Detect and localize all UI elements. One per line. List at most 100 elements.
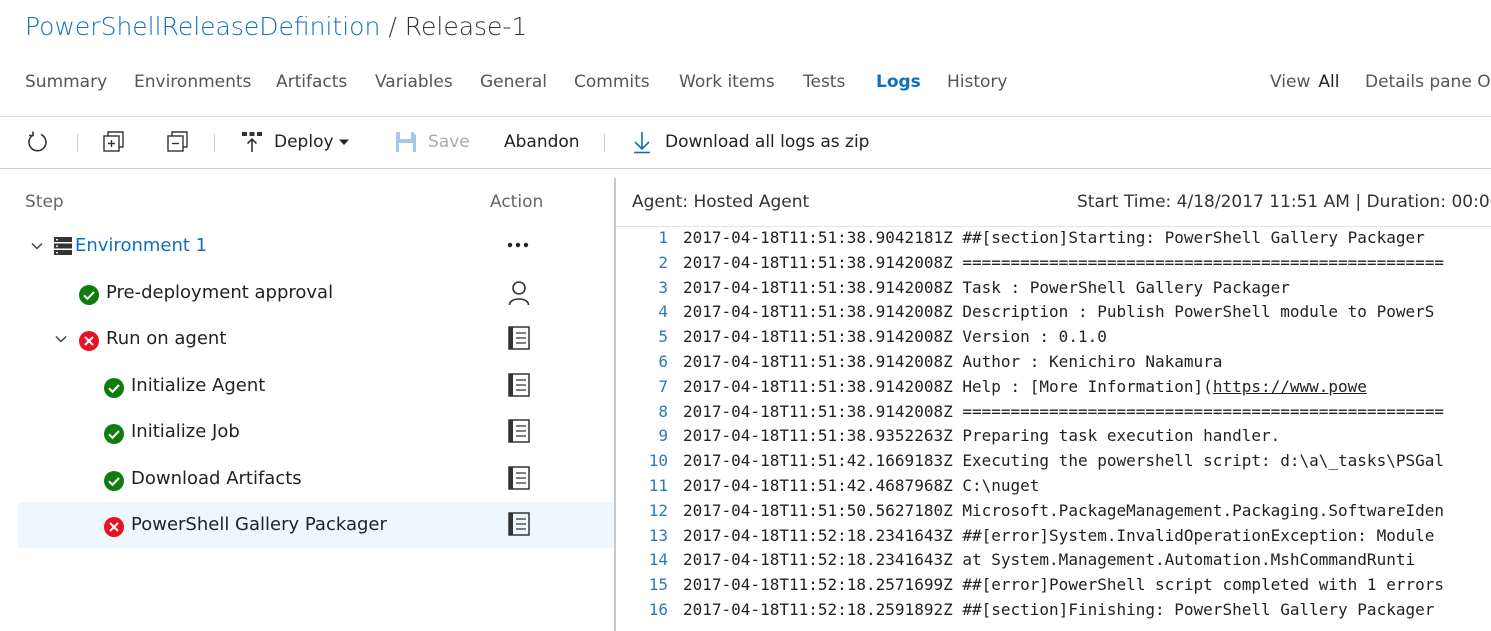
caret-down-icon [338,139,349,145]
log-icon[interactable] [508,419,530,443]
line-text: 2017-04-18T11:52:18.2341643Z at System.M… [683,550,1416,570]
server-icon [54,237,72,255]
success-icon [79,285,99,305]
step-label: Pre-deployment approval [106,282,334,303]
tab-artifacts[interactable]: Artifacts [276,72,347,92]
step-label: Run on agent [106,328,227,349]
line-number: 6 [658,352,668,371]
line-number: 11 [648,476,668,495]
person-icon[interactable] [508,280,530,306]
line-text: 2017-04-18T11:52:18.2571699Z ##[error]Po… [683,575,1444,595]
agent-value: Hosted Agent [693,192,810,212]
view-filter[interactable]: View All [1270,72,1339,92]
deploy-icon [242,132,262,152]
download-logs-label: Download all logs as zip [665,132,870,152]
error-icon [79,331,99,351]
help-link[interactable]: https://www.powe [1213,377,1367,396]
log-icon[interactable] [508,373,530,397]
download-logs-button[interactable]: Download all logs as zip [631,128,869,156]
log-line: 10 2017-04-18T11:51:42.1669183Z Executing… [616,451,1491,476]
start-time-label: Start Time: [1077,192,1172,212]
success-icon [104,471,124,491]
step-label: Download Artifacts [131,468,302,489]
line-text: 2017-04-18T11:52:18.2591892Z ##[section]… [683,600,1435,619]
save-label: Save [428,132,470,152]
line-number: 3 [658,277,668,297]
tab-commits[interactable]: Commits [574,72,650,92]
chevron-down-icon[interactable] [30,239,44,253]
tab-variables[interactable]: Variables [375,72,453,92]
line-number: 15 [648,575,668,595]
expand-all-button[interactable] [102,128,126,156]
release-tabs: Summary Environments Artifacts Variables… [0,72,1491,102]
tab-tests[interactable]: Tests [803,72,845,92]
phase-row[interactable]: Run on agent [18,316,614,362]
tab-environments[interactable]: Environments [134,72,251,92]
log-line: 1 2017-04-18T11:51:38.9042181Z ##[section… [616,228,1491,253]
tab-history[interactable]: History [947,72,1007,92]
environment-row[interactable]: Environment 1 [18,223,614,269]
log-line: 2 2017-04-18T11:51:38.9142008Z ==========… [616,253,1491,278]
step-row[interactable]: Initialize Agent [18,363,614,409]
toolbar-divider [0,168,1491,169]
deploy-button[interactable]: Deploy [240,128,350,156]
deploy-label: Deploy [274,132,334,152]
step-row[interactable]: Initialize Job [18,409,614,455]
start-time-value: 4/18/2017 11:51 AM [1176,192,1350,212]
toolbar-separator [604,134,605,152]
refresh-icon [28,131,47,152]
log-line: 12 2017-04-18T11:51:50.5627180Z Microsoft… [616,501,1491,526]
tab-summary[interactable]: Summary [25,72,107,92]
save-button[interactable]: Save [394,128,470,156]
chevron-down-icon[interactable] [54,332,68,346]
breadcrumb: PowerShellReleaseDefinition / Release-1 [25,12,527,41]
line-text: 2017-04-18T11:51:50.5627180Z Microsoft.P… [683,500,1444,520]
log-line: 15 2017-04-18T11:52:18.2571699Z ##[error]… [616,575,1491,600]
log-icon[interactable] [508,466,530,490]
details-pane-value: O [1477,72,1491,92]
line-text: 2017-04-18T11:51:38.9142008Z Task : Powe… [683,277,1290,297]
line-number: 13 [648,525,668,545]
step-label: Initialize Agent [131,375,266,396]
line-number: 7 [658,376,668,396]
details-pane-label: Details pane [1365,72,1472,92]
log-line: 11 2017-04-18T11:51:42.4687968Z C:\nuget [616,476,1491,501]
environment-name[interactable]: Environment 1 [75,235,207,256]
agent-label: Agent: [632,192,689,212]
log-icon[interactable] [508,512,530,536]
tab-general[interactable]: General [480,72,547,92]
step-column-header: Step [25,192,64,212]
step-label: Initialize Job [131,421,240,442]
refresh-button[interactable] [26,128,50,156]
release-definition-link[interactable]: PowerShellReleaseDefinition [25,12,380,41]
success-icon [104,424,124,444]
log-line: 16 2017-04-18T11:52:18.2591892Z ##[sectio… [616,600,1491,625]
log-line: 13 2017-04-18T11:52:18.2341643Z ##[error]… [616,526,1491,551]
collapse-all-button[interactable] [166,128,190,156]
log-line: 6 2017-04-18T11:51:38.9142008Z Author : K… [616,352,1491,377]
duration-label: | Duration: [1355,192,1447,212]
abandon-label: Abandon [504,132,580,152]
line-number: 5 [658,327,668,347]
abandon-button[interactable]: Abandon [504,128,580,156]
tab-work-items[interactable]: Work items [679,72,775,92]
view-value: All [1318,72,1340,92]
line-text: 2017-04-18T11:51:38.9142008Z Version : 0… [683,327,1107,347]
step-row[interactable]: Download Artifacts [18,456,614,502]
step-row[interactable]: Pre-deployment approval [18,270,614,316]
step-label: PowerShell Gallery Packager [131,514,387,535]
details-pane-toggle[interactable]: Details pane O [1365,72,1491,92]
toolbar-separator [77,134,78,152]
line-number: 14 [648,550,668,570]
line-text: 2017-04-18T11:51:38.9142008Z Author : Ke… [683,352,1223,371]
step-row-selected[interactable]: PowerShell Gallery Packager [18,502,614,548]
log-line: 7 2017-04-18T11:51:38.9142008Z Help : [Mo… [616,377,1491,402]
line-text: 2017-04-18T11:51:38.9142008Z Description… [683,302,1435,322]
timing-info: Start Time: 4/18/2017 11:51 AM | Duratio… [1077,192,1491,212]
line-text: 2017-04-18T11:51:38.9042181Z ##[section]… [683,228,1425,247]
log-icon[interactable] [508,326,530,350]
tab-logs[interactable]: Logs [876,72,921,92]
log-line: 5 2017-04-18T11:51:38.9142008Z Version : … [616,327,1491,352]
collapse-all-icon [167,131,188,152]
more-icon[interactable] [506,235,530,255]
